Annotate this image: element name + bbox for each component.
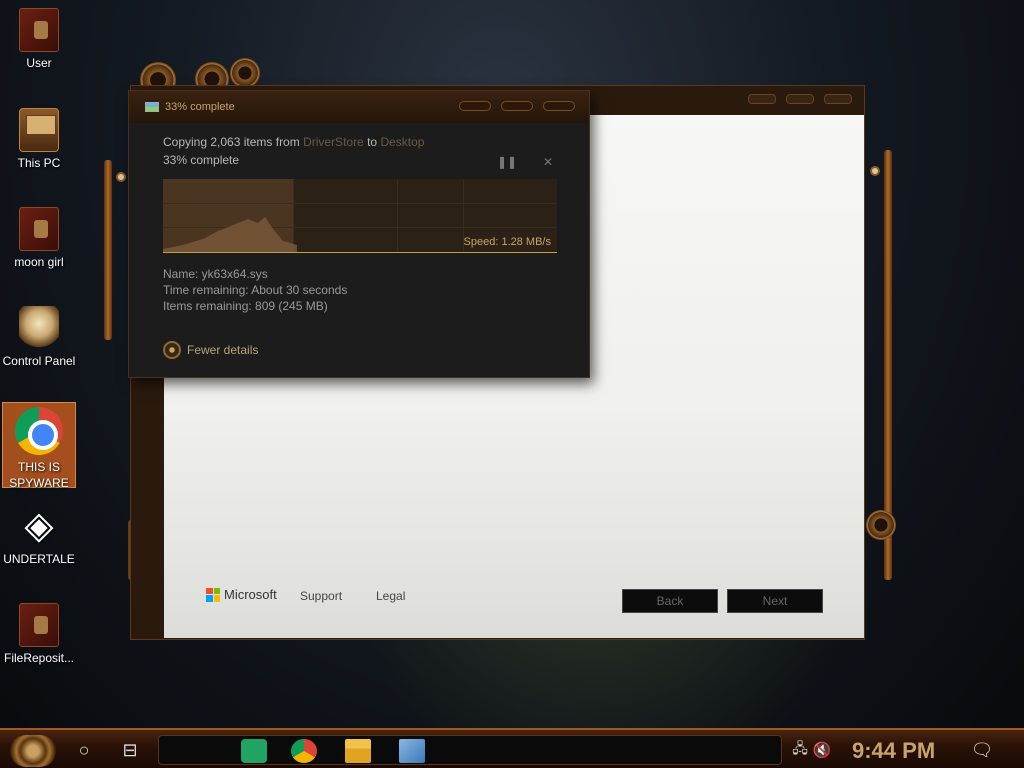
file-explorer-icon[interactable]: [345, 739, 371, 763]
speed-curve: [163, 217, 297, 252]
transfer-speed-graph: Speed: 1.28 MB/s: [163, 179, 557, 253]
desktop-icon-spyware[interactable]: THIS IS SPYWARE: [2, 402, 76, 490]
desktop-icon-label: UNDERTALE: [3, 552, 75, 566]
next-button[interactable]: Next: [727, 589, 823, 613]
unity-icon: ◈: [24, 505, 54, 547]
close-button[interactable]: [543, 101, 575, 111]
task-view-icon[interactable]: ⊟: [118, 738, 142, 762]
chrome-icon: [15, 407, 63, 455]
microsoft-logo-icon: [206, 587, 220, 602]
desktop-icon-label: This PC: [17, 156, 61, 170]
taskbar: ○ ⊟ 🖧 🔇 9:44 PM 🗨: [0, 728, 1024, 768]
copy-progress-dialog: 33% complete Copying 2,063 items from Dr…: [128, 90, 590, 378]
maximize-button[interactable]: [786, 94, 814, 104]
maximize-button[interactable]: [501, 101, 533, 111]
copy-dialog-icon: [145, 102, 159, 112]
copy-dialog-controls: [459, 101, 575, 111]
setup-window-controls: [748, 94, 852, 104]
close-button[interactable]: [824, 94, 852, 104]
desktop-icon-label: FileReposit...: [3, 651, 75, 665]
sheets-icon[interactable]: [241, 739, 267, 763]
copy-description: Copying 2,063 items from DriverStore to …: [163, 135, 424, 149]
volume-muted-icon[interactable]: 🔇: [810, 738, 834, 762]
gear-ornament: [866, 510, 896, 540]
progress-percent-text: 33% complete: [163, 153, 240, 167]
desktop-icon-label: User: [26, 56, 52, 70]
speed-text: Speed: 1.28 MB/s: [463, 236, 551, 248]
desktop-icon-moon-girl[interactable]: moon girl: [0, 207, 78, 269]
desktop-icon-this-pc[interactable]: This PC: [0, 108, 78, 170]
search-icon[interactable]: ○: [72, 738, 96, 762]
chevron-up-icon: [163, 341, 181, 359]
chrome-icon[interactable]: [291, 739, 317, 763]
gauge-ornament: [116, 172, 126, 182]
fewer-details-button[interactable]: Fewer details: [163, 341, 258, 359]
time-remaining-text: Time remaining: About 30 seconds: [163, 283, 348, 297]
copy-dialog-title: 33% complete: [165, 101, 235, 113]
desktop-icon-filereposit[interactable]: FileReposit...: [0, 603, 78, 665]
desktop-icon-label: THIS IS SPYWARE: [9, 460, 69, 490]
desktop-icon-label: Control Panel: [2, 354, 76, 368]
copy-mid-text: to: [363, 135, 381, 149]
copy-prefix-text: Copying 2,063 items from: [163, 135, 304, 149]
desktop-icon-user[interactable]: User: [0, 8, 78, 70]
gauge-ornament: [870, 166, 880, 176]
lightbulb-icon: [19, 306, 59, 350]
file-name-text: Name: yk63x64.sys: [163, 267, 268, 281]
steampunk-computer-icon: [19, 108, 59, 152]
items-remaining-text: Items remaining: 809 (245 MB): [163, 299, 328, 313]
start-button[interactable]: [10, 735, 56, 767]
paint-icon[interactable]: [399, 739, 425, 763]
support-link[interactable]: Support: [300, 589, 342, 603]
pipe-ornament: [104, 160, 112, 340]
gear-ornament: [230, 58, 260, 88]
fewer-details-label: Fewer details: [187, 343, 259, 357]
steampunk-book-icon: [19, 603, 59, 647]
cancel-copy-button[interactable]: ✕: [543, 155, 553, 169]
clock[interactable]: 9:44 PM: [852, 738, 935, 764]
desktop-icon-control-panel[interactable]: Control Panel: [0, 306, 78, 368]
back-button[interactable]: Back: [622, 589, 718, 613]
minimize-button[interactable]: [459, 101, 491, 111]
microsoft-brand-text: Microsoft: [224, 587, 277, 602]
destination-folder-link[interactable]: Desktop: [380, 135, 424, 149]
taskbar-apps: [158, 735, 782, 765]
desktop-icon-undertale[interactable]: ◈ UNDERTALE: [0, 504, 78, 566]
network-icon[interactable]: 🖧: [788, 738, 812, 762]
source-folder-link[interactable]: DriverStore: [303, 135, 364, 149]
microsoft-logo: Microsoft: [206, 587, 277, 602]
legal-link[interactable]: Legal: [376, 589, 405, 603]
pause-button[interactable]: ❚❚: [497, 155, 517, 169]
steampunk-folder-icon: [19, 207, 59, 251]
notification-icon[interactable]: 🗨: [970, 738, 994, 762]
desktop-icon-label: moon girl: [14, 255, 64, 269]
steampunk-book-icon: [19, 8, 59, 52]
minimize-button[interactable]: [748, 94, 776, 104]
